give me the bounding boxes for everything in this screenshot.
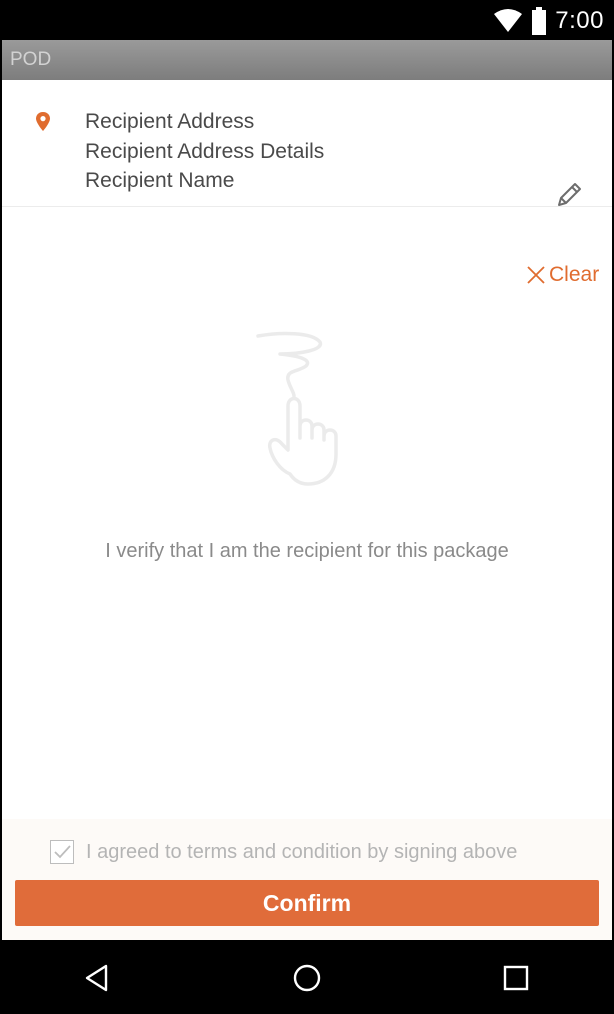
app-bar: POD (2, 40, 612, 80)
status-bar: 7:00 (0, 0, 614, 40)
recipient-card: Recipient Address Recipient Address Deta… (2, 80, 612, 207)
navigation-bar (0, 940, 614, 1014)
clock: 7:00 (555, 7, 604, 34)
battery-icon (532, 7, 547, 35)
status-icons: 7:00 (493, 6, 604, 36)
recipient-address: Recipient Address (85, 110, 255, 133)
hand-signature-icon (256, 331, 338, 486)
page-title: POD (10, 49, 52, 70)
location-pin-icon (36, 112, 50, 131)
clear-button[interactable]: Clear (526, 263, 599, 287)
back-button[interactable] (77, 958, 117, 998)
verify-text: I verify that I am the recipient for thi… (105, 540, 509, 562)
home-icon (293, 964, 321, 992)
recents-button[interactable] (496, 958, 536, 998)
terms-label: I agreed to terms and condition by signi… (86, 840, 518, 863)
recipient-name: Recipient Name (85, 169, 235, 192)
wifi-icon (494, 9, 523, 32)
terms-checkbox[interactable] (50, 840, 74, 864)
close-icon (527, 266, 545, 284)
recipient-address-details: Recipient Address Details (85, 139, 325, 163)
checkmark-icon (54, 845, 71, 859)
pencil-icon[interactable] (553, 178, 585, 210)
bottom-actions: I agreed to terms and condition by signi… (2, 819, 612, 940)
recipient-info: Recipient Address Recipient Address Deta… (85, 107, 324, 196)
clear-label: Clear (549, 263, 600, 286)
confirm-button[interactable]: Confirm (15, 880, 599, 926)
back-icon (85, 964, 108, 992)
home-button[interactable] (287, 958, 327, 998)
terms-row[interactable]: I agreed to terms and condition by signi… (50, 840, 517, 864)
recents-icon (503, 965, 529, 991)
app-screen: POD Recipient Address Recipient Address … (2, 40, 612, 940)
